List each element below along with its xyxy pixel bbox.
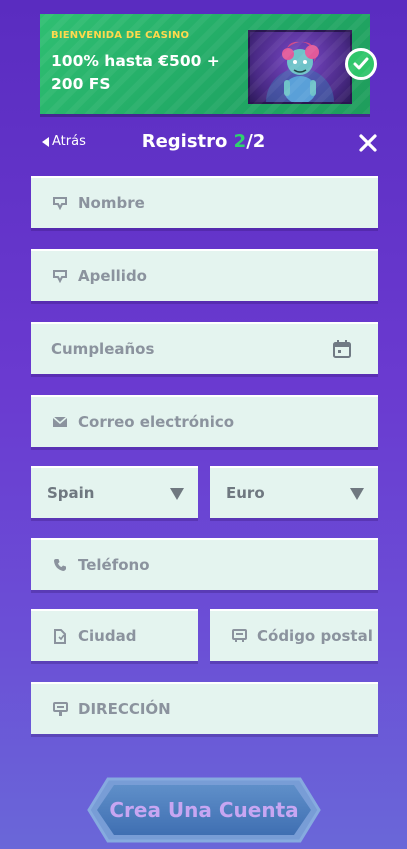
banner-eyebrow: BIENVENIDA DE CASINO bbox=[51, 30, 190, 41]
postal-code-field[interactable]: Código postal bbox=[210, 609, 378, 661]
title-prefix: Registro bbox=[141, 131, 234, 152]
zombie-character-image bbox=[248, 30, 352, 104]
postal-icon bbox=[230, 627, 248, 645]
city-field[interactable]: Ciudad bbox=[31, 609, 198, 661]
country-value: Spain bbox=[47, 484, 95, 502]
person-icon bbox=[51, 267, 69, 285]
currency-value: Euro bbox=[226, 484, 265, 502]
city-placeholder: Ciudad bbox=[78, 627, 137, 645]
address-field[interactable]: DIRECCIÓN bbox=[31, 682, 378, 734]
caret-down-icon bbox=[170, 488, 184, 500]
phone-field[interactable]: Teléfono bbox=[31, 538, 378, 590]
create-account-label: Crea Una Cuenta bbox=[109, 798, 299, 822]
calendar-icon[interactable] bbox=[332, 339, 352, 363]
character-illustration-icon bbox=[266, 41, 334, 102]
first-name-placeholder: Nombre bbox=[78, 194, 145, 212]
city-icon bbox=[51, 627, 69, 645]
page-title: Registro 2/2 bbox=[0, 131, 407, 152]
mail-icon bbox=[51, 413, 69, 431]
create-account-button[interactable]: Crea Una Cuenta bbox=[86, 776, 322, 844]
check-icon bbox=[353, 57, 369, 70]
close-icon bbox=[359, 134, 377, 152]
first-name-field[interactable]: Nombre bbox=[31, 176, 378, 228]
last-name-field[interactable]: Apellido bbox=[31, 249, 378, 301]
address-placeholder: DIRECCIÓN bbox=[78, 700, 171, 718]
phone-placeholder: Teléfono bbox=[78, 556, 150, 574]
postal-code-placeholder: Código postal bbox=[257, 627, 373, 645]
address-icon bbox=[51, 700, 69, 718]
birthday-field[interactable]: Cumpleaños bbox=[31, 322, 378, 374]
birthday-placeholder: Cumpleaños bbox=[51, 340, 155, 358]
title-step: 2 bbox=[233, 131, 247, 152]
check-badge bbox=[345, 48, 377, 80]
phone-icon bbox=[51, 556, 69, 574]
close-button[interactable] bbox=[357, 132, 379, 154]
caret-down-icon bbox=[350, 488, 364, 500]
banner-offer: 100% hasta €500 + 200 FS bbox=[51, 52, 220, 93]
country-select[interactable]: Spain bbox=[31, 466, 198, 518]
person-icon bbox=[51, 194, 69, 212]
email-field[interactable]: Correo electrónico bbox=[31, 395, 378, 447]
welcome-banner[interactable]: BIENVENIDA DE CASINO 100% hasta €500 + 2… bbox=[40, 14, 377, 114]
email-placeholder: Correo electrónico bbox=[78, 413, 235, 431]
last-name-placeholder: Apellido bbox=[78, 267, 147, 285]
title-suffix: /2 bbox=[246, 131, 266, 152]
currency-select[interactable]: Euro bbox=[210, 466, 378, 518]
